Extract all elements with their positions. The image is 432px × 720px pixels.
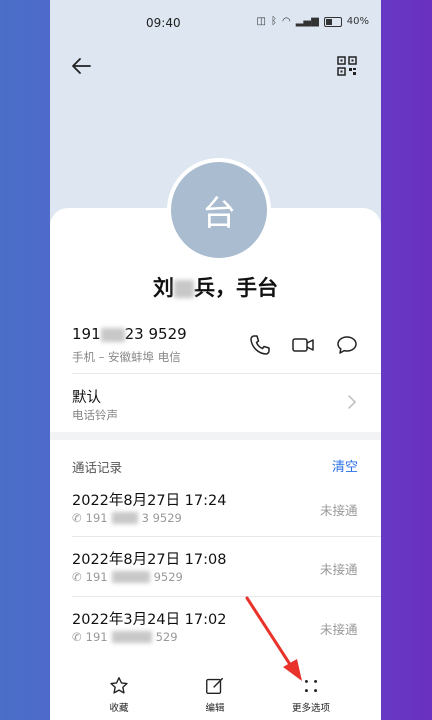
avatar: 台 <box>167 158 271 262</box>
favorite-tab[interactable]: 收藏 <box>89 675 149 714</box>
back-arrow-icon[interactable] <box>70 54 94 78</box>
call-log-status: 未接通 <box>320 503 358 518</box>
message-icon[interactable] <box>335 333 359 357</box>
number-redaction <box>111 571 150 583</box>
chevron-right-icon[interactable] <box>346 394 358 410</box>
edit-icon <box>206 677 224 695</box>
call-log-title: 通话记录 <box>72 460 123 475</box>
more-options-label: 更多选项 <box>291 703 330 714</box>
call-log-status: 未接通 <box>320 622 358 637</box>
name-redaction <box>174 280 194 298</box>
signal-icon: ▂▄▆ <box>295 16 319 27</box>
favorite-label: 收藏 <box>109 703 129 714</box>
clear-button[interactable]: 清空 <box>332 456 358 475</box>
call-log-number: ✆ 191 529 <box>72 630 178 644</box>
phone-number[interactable]: 191 23 9529 <box>72 325 187 343</box>
status-time: 09:40 <box>146 16 181 30</box>
star-icon <box>110 677 128 694</box>
bluetooth-icon: ᛒ <box>270 16 277 27</box>
phone-call-icon[interactable] <box>248 333 272 357</box>
phone-small-icon: ✆ <box>72 630 82 644</box>
name-right: 兵，手台 <box>194 276 278 300</box>
number-redaction <box>111 512 138 524</box>
ringtone-subtitle: 电话铃声 <box>72 408 118 422</box>
status-bar: 09:40 ◫ ᛒ ◠ ▂▄▆ 40% <box>50 0 381 46</box>
phone-number-right: 23 9529 <box>124 325 187 343</box>
ringtone-title[interactable]: 默认 <box>72 386 101 407</box>
contact-detail-screen: 09:40 ◫ ᛒ ◠ ▂▄▆ 40% 台 刘兵，手台 191 23 9529 手… <box>50 0 381 720</box>
avatar-initial: 台 <box>202 193 236 234</box>
status-icons: ◫ ᛒ ◠ ▂▄▆ 40% <box>257 16 370 27</box>
call-log-number: ✆ 191 9529 <box>72 570 183 584</box>
call-log-date[interactable]: 2022年3月24日 17:02 <box>72 608 226 629</box>
divider <box>72 373 381 374</box>
battery-level: 40% <box>346 16 369 27</box>
edit-label: 编辑 <box>205 703 225 714</box>
call-log-number: ✆ 191 3 9529 <box>72 511 182 525</box>
name-left: 刘 <box>153 276 174 300</box>
phone-small-icon: ✆ <box>72 511 82 525</box>
edit-tab[interactable]: 编辑 <box>185 675 245 714</box>
number-redaction <box>111 631 152 643</box>
bottom-toolbar: 收藏 编辑 更多选项 <box>50 665 381 720</box>
phone-location: 手机 – 安徽蚌埠 电信 <box>72 350 181 364</box>
call-log-status: 未接通 <box>320 562 358 577</box>
battery-icon <box>323 16 342 27</box>
phone-number-left: 191 <box>72 325 101 343</box>
section-divider <box>50 432 381 440</box>
more-dots-icon <box>304 679 318 693</box>
call-log-date[interactable]: 2022年8月27日 17:08 <box>72 548 226 569</box>
video-call-icon[interactable] <box>291 333 315 357</box>
contact-name: 刘兵，手台 <box>50 272 381 302</box>
wifi-icon: ◠ <box>281 16 291 27</box>
divider <box>72 536 381 537</box>
phone-small-icon: ✆ <box>72 570 82 584</box>
phone-redaction <box>100 327 125 342</box>
qr-code-icon[interactable] <box>337 56 357 76</box>
more-options-tab[interactable]: 更多选项 <box>281 675 341 714</box>
divider <box>72 596 381 597</box>
nfc-icon: ◫ <box>256 16 266 27</box>
call-log-date[interactable]: 2022年8月27日 17:24 <box>72 489 226 510</box>
